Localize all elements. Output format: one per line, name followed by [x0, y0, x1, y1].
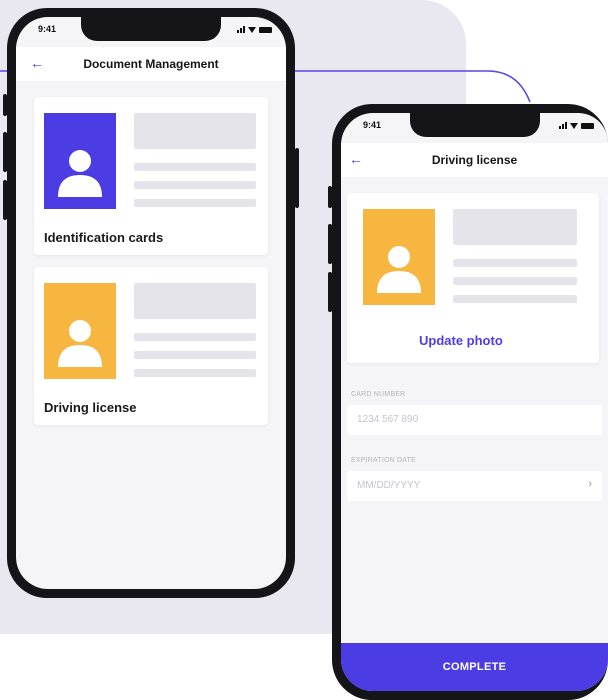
- battery-icon: [581, 123, 594, 129]
- page-title: Driving license: [431, 153, 518, 167]
- license-photo: [44, 283, 116, 379]
- placeholder-line: [453, 277, 577, 285]
- expiration-date-label: EXPIRATION DATE: [351, 457, 416, 464]
- wifi-icon: [248, 27, 256, 33]
- placeholder-line: [453, 295, 577, 303]
- placeholder-line: [134, 181, 256, 189]
- phone-driving-license: 9:41 ← Driving license Update photo CARD…: [328, 104, 608, 700]
- signal-icon: [559, 122, 567, 129]
- placeholder-block: [134, 283, 256, 319]
- license-photo: [363, 209, 435, 305]
- page-title: Document Management: [83, 57, 219, 71]
- card-driving-license[interactable]: Driving license: [34, 267, 268, 425]
- person-icon: [44, 283, 116, 379]
- card-identification[interactable]: Identification cards: [34, 97, 268, 255]
- status-time: 9:41: [38, 24, 57, 34]
- person-icon: [363, 209, 435, 305]
- card-label-driving-license: Driving license: [44, 400, 137, 415]
- id-card-photo: [44, 113, 116, 209]
- signal-icon: [237, 26, 245, 33]
- photo-card: Update photo: [347, 193, 599, 363]
- wifi-icon: [570, 123, 578, 129]
- placeholder-line: [134, 369, 256, 377]
- card-label-identification: Identification cards: [44, 230, 164, 245]
- placeholder-block: [453, 209, 577, 245]
- screen: 9:41 ← Document Management Identificatio…: [16, 17, 286, 589]
- complete-button[interactable]: COMPLETE: [341, 643, 608, 691]
- status-bar: 9:41: [341, 120, 608, 134]
- screen: 9:41 ← Driving license Update photo CARD…: [341, 113, 608, 691]
- placeholder-line: [134, 163, 256, 171]
- update-photo-button[interactable]: Update photo: [419, 333, 503, 348]
- phone-document-management: 9:41 ← Document Management Identificatio…: [3, 8, 299, 598]
- battery-icon: [259, 27, 272, 33]
- status-bar: 9:41: [16, 24, 286, 38]
- chevron-right-icon: ›: [588, 478, 592, 490]
- placeholder-line: [134, 351, 256, 359]
- nav-bar: ← Document Management: [16, 47, 286, 81]
- placeholder-block: [134, 113, 256, 149]
- nav-bar: ← Driving license: [341, 143, 608, 177]
- card-number-value: 1234 567 890: [357, 414, 419, 425]
- status-time: 9:41: [363, 120, 382, 130]
- placeholder-line: [134, 199, 256, 207]
- card-number-label: CARD NUMBER: [351, 391, 406, 398]
- placeholder-line: [134, 333, 256, 341]
- placeholder-line: [453, 259, 577, 267]
- card-number-field[interactable]: 1234 567 890: [347, 405, 602, 435]
- expiration-date-field[interactable]: MM/DD/YYYY ›: [347, 471, 602, 501]
- person-icon: [44, 113, 116, 209]
- expiration-date-placeholder: MM/DD/YYYY: [357, 480, 421, 491]
